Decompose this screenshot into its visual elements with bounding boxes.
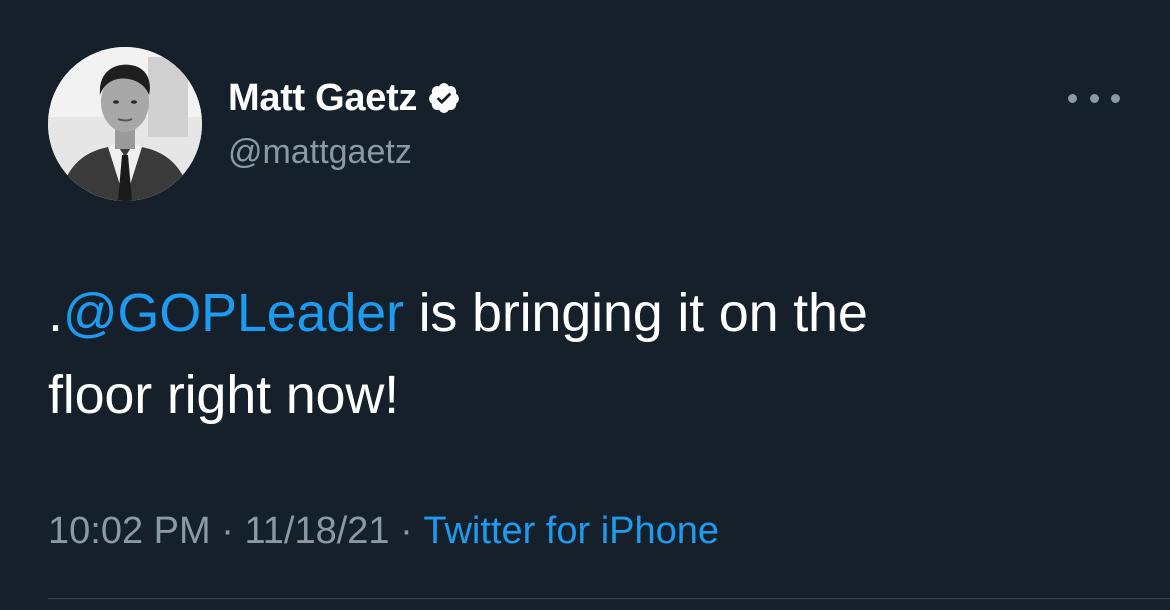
dot-icon xyxy=(1111,93,1120,103)
tweet-text-line1: is bringing it on the xyxy=(403,283,868,343)
mention-link[interactable]: @GOPLeader xyxy=(63,283,404,343)
tweet-text-line2: floor right now! xyxy=(48,365,399,425)
author-name-row: Matt Gaetz xyxy=(228,76,461,120)
meta-separator: · xyxy=(389,510,424,552)
tweet-text: .@GOPLeader is bringing it on the floor r… xyxy=(48,272,1128,436)
divider xyxy=(48,598,1170,599)
author-handle[interactable]: @mattgaetz xyxy=(228,133,412,172)
tweet-time[interactable]: 10:02 PM xyxy=(48,510,211,553)
tweet-source-link[interactable]: Twitter for iPhone xyxy=(423,510,719,553)
profile-photo-icon xyxy=(48,47,202,201)
tweet-text-prefix: . xyxy=(48,283,63,343)
avatar[interactable] xyxy=(48,47,202,201)
tweet-card: Matt Gaetz @mattgaetz .@GOPLeader is bri… xyxy=(0,0,1170,610)
dot-icon xyxy=(1068,93,1077,103)
verified-badge-icon xyxy=(427,81,461,115)
meta-separator: · xyxy=(210,510,245,552)
display-name[interactable]: Matt Gaetz xyxy=(228,77,417,120)
tweet-date[interactable]: 11/18/21 xyxy=(244,510,389,553)
dot-icon xyxy=(1089,93,1099,103)
more-horizontal-icon[interactable] xyxy=(1068,84,1120,112)
tweet-meta: 10:02 PM · 11/18/21 · Twitter for iPhone xyxy=(48,510,719,553)
